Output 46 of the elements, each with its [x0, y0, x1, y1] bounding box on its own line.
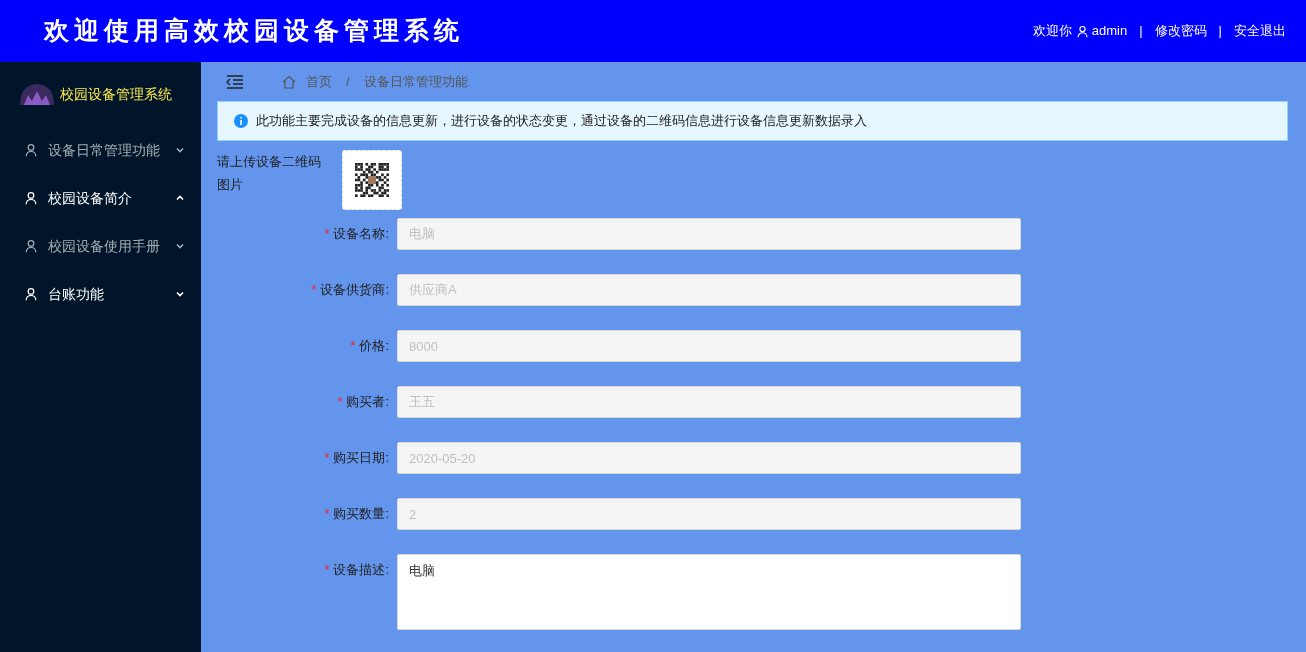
upload-thumbnail[interactable]: [342, 150, 402, 210]
required-mark: *: [324, 561, 330, 580]
brand-name: 校园设备管理系统: [60, 84, 172, 104]
chevron-up-icon: [175, 193, 185, 203]
welcome-text: 欢迎你: [1032, 22, 1072, 41]
user-icon: [1075, 24, 1089, 38]
field-label: 购买数量:: [333, 505, 389, 524]
menu-item[interactable]: 校园设备简介: [0, 174, 201, 222]
chevron-down-icon: [175, 289, 185, 299]
required-mark: *: [324, 505, 330, 524]
user-icon: [24, 287, 38, 301]
field-label: 设备供货商:: [320, 281, 389, 300]
required-mark: *: [324, 225, 330, 244]
required-mark: *: [350, 337, 356, 356]
user-icon: [24, 143, 38, 157]
separator: |: [1218, 22, 1222, 41]
alert-text: 此功能主要完成设备的信息更新，进行设备的状态变更，通过设备的二维码信息进行设备信息更新数据录入: [256, 112, 867, 131]
breadcrumb-current: 设备日常管理功能: [363, 72, 468, 91]
field-label: 购买日期:: [333, 449, 389, 468]
logo-icon: [18, 81, 56, 107]
menu-item[interactable]: 校园设备使用手册: [0, 222, 201, 270]
change-password-link[interactable]: 修改密码: [1154, 21, 1207, 41]
separator: |: [1139, 22, 1143, 41]
logout-link[interactable]: 安全退出: [1234, 21, 1286, 41]
app-title: 欢迎使用高效校园设备管理系统: [44, 15, 464, 48]
user-icon: [24, 191, 38, 205]
required-mark: *: [337, 393, 343, 412]
menu-item[interactable]: 设备日常管理功能: [0, 126, 201, 174]
description-field[interactable]: 电脑: [397, 554, 1021, 630]
required-mark: *: [311, 281, 317, 300]
required-mark: *: [324, 449, 330, 468]
menu-item[interactable]: 台账功能: [0, 270, 201, 318]
menu-fold-icon[interactable]: [226, 73, 244, 90]
chevron-down-icon: [175, 145, 185, 155]
home-icon: [282, 74, 296, 89]
upload-label: 请上传设备二维码图片: [217, 153, 322, 194]
info-icon: [234, 114, 248, 128]
user-icon: [24, 239, 38, 253]
field-label: 购买者:: [346, 393, 389, 412]
username: admin: [1091, 22, 1128, 41]
field-label: 设备描述:: [333, 561, 389, 580]
field-label: 价格:: [359, 337, 389, 356]
qr-code-icon: [355, 163, 389, 197]
field-label: 设备名称:: [333, 225, 389, 244]
chevron-down-icon: [175, 241, 185, 251]
breadcrumb-separator: /: [346, 72, 350, 91]
